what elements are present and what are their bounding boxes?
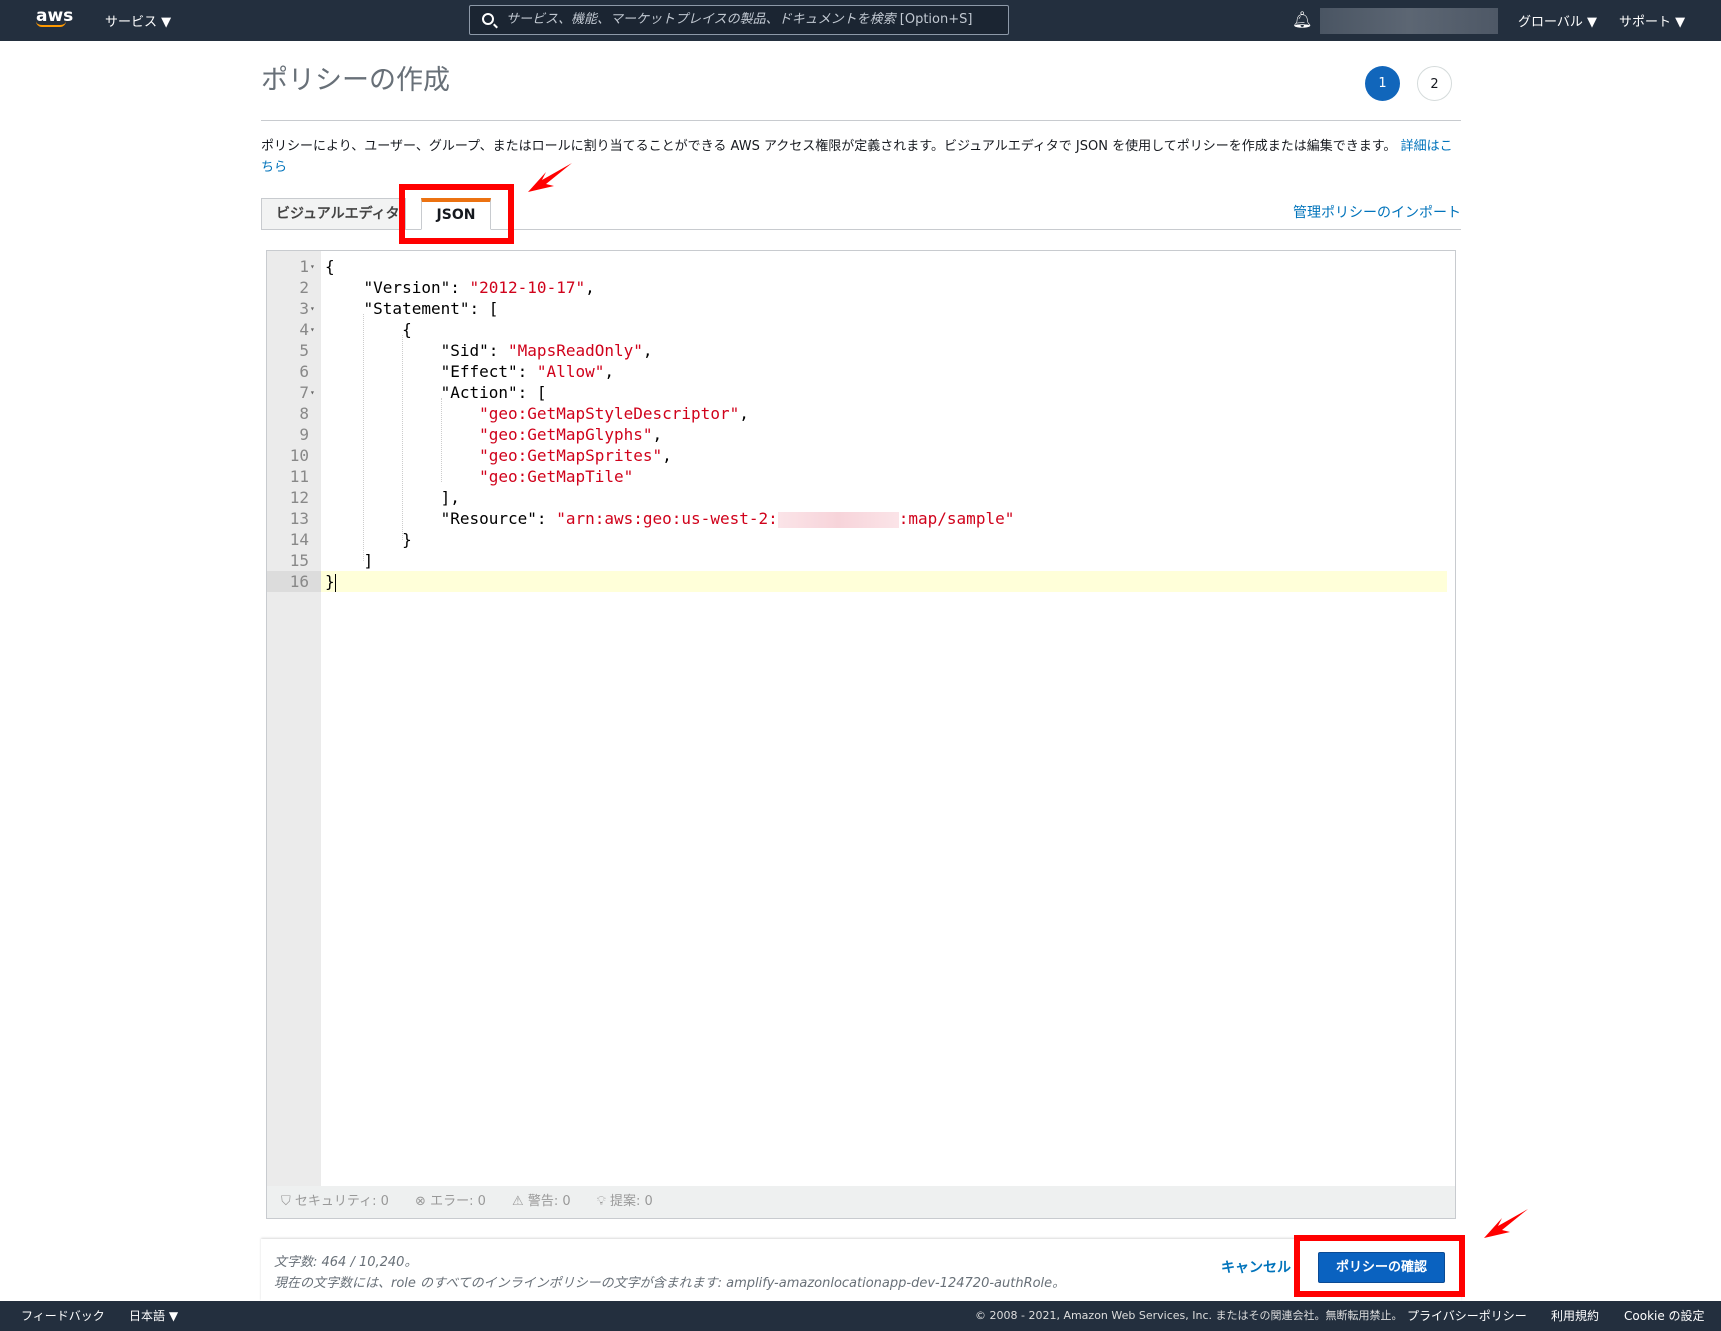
code-text: "Statement": [ [325,299,499,318]
code-line[interactable]: 12 ], [267,487,1447,508]
annotation-arrow-icon [528,163,572,192]
import-managed-policy-link[interactable]: 管理ポリシーのインポート [1293,202,1461,222]
line-number: 5 [299,341,309,360]
code-text: "geo:GetMapGlyphs", [479,425,663,444]
code-line[interactable]: 14 } [267,529,1447,550]
code-text: "geo:GetMapStyleDescriptor", [479,404,749,423]
line-number: 13 [289,509,309,528]
search-icon [482,13,494,25]
code-text: } [325,572,336,592]
terms-link[interactable]: 利用規約 [1551,1301,1599,1331]
code-text: "geo:GetMapSprites", [479,446,672,465]
annotation-arrow-icon [1484,1209,1528,1238]
top-navigation: aws サービス ▼ サービス、機能、マーケットプレイスの製品、ドキュメントを検… [0,0,1721,41]
validation-status-bar: ⛉ セキュリティ: 0 ⊗ エラー: 0 ⚠ 警告: 0 💡︎ 提案: 0 [266,1186,1456,1219]
line-number: 10 [289,446,309,465]
line-number: 7 [299,383,309,402]
region-menu[interactable]: グローバル ▼ [1518,11,1597,30]
code-line[interactable]: 9 "geo:GetMapGlyphs", [267,424,1447,445]
line-number: 11 [289,467,309,486]
warning-count[interactable]: ⚠ 警告: 0 [512,1194,571,1209]
bell-icon[interactable]: 🔔︎ [1292,10,1312,29]
fold-toggle-icon[interactable]: ▾ [310,382,315,403]
code-line[interactable]: 13 "Resource": "arn:aws:geo:us-west-2::m… [267,508,1447,529]
code-text: ] [325,551,374,570]
code-line[interactable]: 5 "Sid": "MapsReadOnly", [267,340,1447,361]
code-line[interactable]: 16} [267,571,1447,592]
redacted-account-id [777,511,899,528]
cancel-button[interactable]: キャンセル [1221,1257,1291,1277]
code-line[interactable]: 10 "geo:GetMapSprites", [267,445,1447,466]
code-text: { [325,320,412,339]
line-number: 1 [299,257,309,276]
line-number: 6 [299,362,309,381]
annotation-highlight-review-button [1294,1235,1465,1297]
line-number: 2 [299,278,309,297]
fold-toggle-icon[interactable]: ▾ [310,298,315,319]
code-line[interactable]: 6 "Effect": "Allow", [267,361,1447,382]
footer: フィードバック 日本語 ▼ © 2008 - 2021, Amazon Web … [0,1301,1721,1331]
code-text: "Action": [ [325,383,547,402]
code-text: "Version": "2012-10-17", [325,278,595,297]
search-input[interactable]: サービス、機能、マーケットプレイスの製品、ドキュメントを検索 [Option+S… [469,5,1009,35]
aws-logo[interactable]: aws [36,6,73,27]
privacy-link[interactable]: プライバシーポリシー [1407,1301,1527,1331]
suggestion-count[interactable]: 💡︎ 提案: 0 [597,1194,653,1209]
code-text: "geo:GetMapTile" [479,467,634,486]
line-number: 9 [299,425,309,444]
character-count: 文字数: 464 / 10,240。 [274,1255,418,1270]
line-number: 3 [299,299,309,318]
code-line[interactable]: 15 ] [267,550,1447,571]
account-menu-redacted[interactable] [1320,8,1498,34]
line-number: 14 [289,530,309,549]
code-line[interactable]: 4 ▾ { [267,319,1447,340]
description: ポリシーにより、ユーザー、グループ、またはロールに割り当てることができる AWS… [261,139,1453,175]
code-text: "Sid": "MapsReadOnly", [325,341,653,360]
json-editor[interactable]: 1 ▾{2 "Version": "2012-10-17", 3 ▾ "Stateme… [266,250,1456,1187]
page-title: ポリシーの作成 [261,65,450,96]
action-panel: 文字数: 464 / 10,240。 現在の文字数には、role のすべてのイン… [261,1239,1461,1301]
copyright: © 2008 - 2021, Amazon Web Services, Inc.… [975,1309,1403,1322]
line-number: 12 [289,488,309,507]
error-count[interactable]: ⊗ エラー: 0 [415,1194,486,1209]
line-number: 8 [299,404,309,423]
line-number: 4 [299,320,309,339]
divider [261,120,1461,121]
annotation-highlight-json-tab [399,184,514,244]
tab-visual-editor[interactable]: ビジュアルエディタ [261,198,406,230]
code-line[interactable]: 2 "Version": "2012-10-17", [267,277,1447,298]
code-text: { [325,257,335,276]
code-text: } [325,530,412,549]
support-menu[interactable]: サポート ▼ [1619,11,1685,30]
cookie-settings-link[interactable]: Cookie の設定 [1624,1301,1705,1331]
text-cursor [334,573,336,592]
language-selector[interactable]: 日本語 ▼ [129,1301,178,1331]
fold-toggle-icon[interactable]: ▾ [310,256,315,277]
code-line[interactable]: 11 "geo:GetMapTile" [267,466,1447,487]
code-text: "Effect": "Allow", [325,362,614,381]
code-line[interactable]: 3 ▾ "Statement": [ [267,298,1447,319]
fold-toggle-icon[interactable]: ▾ [310,319,315,340]
line-number: 16 [267,571,321,592]
feedback-link[interactable]: フィードバック [21,1301,105,1331]
character-count-note: 現在の文字数には、role のすべてのインラインポリシーの文字が含まれます: a… [274,1276,1066,1291]
code-line[interactable]: 8 "geo:GetMapStyleDescriptor", [267,403,1447,424]
services-menu[interactable]: サービス ▼ [105,11,171,30]
step-2: 2 [1417,66,1452,101]
code-line[interactable]: 1 ▾ { [267,256,1447,277]
code-text: "Resource": "arn:aws:geo:us-west-2::map/… [325,509,1015,528]
line-number: 15 [289,551,309,570]
security-count[interactable]: ⛉ セキュリティ: 0 [281,1194,389,1209]
code-text: ], [325,488,460,507]
step-1: 1 [1365,66,1400,101]
code-line[interactable]: 7 ▾ "Action": [ [267,382,1447,403]
